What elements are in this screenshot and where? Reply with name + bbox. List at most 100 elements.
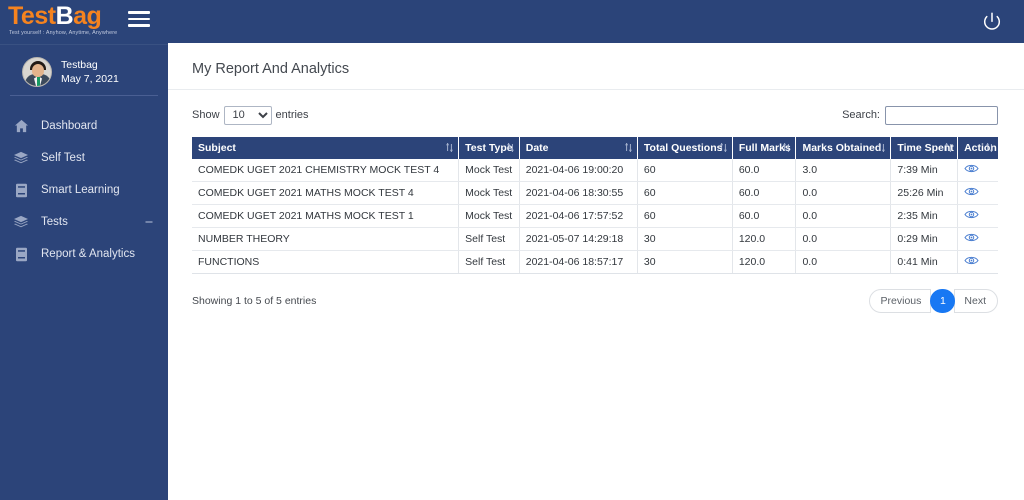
cell-total-questions: 30: [637, 227, 733, 251]
sort-icon[interactable]: [877, 142, 886, 153]
sidebar-item-label: Smart Learning: [41, 184, 120, 196]
search-input[interactable]: [885, 105, 998, 125]
eye-icon[interactable]: [964, 209, 979, 220]
top-bar: [168, 0, 1024, 45]
column-header[interactable]: Time Spent: [890, 137, 959, 159]
cell-total-questions: 60: [637, 159, 733, 182]
table-row: NUMBER THEORY Self Test 2021-05-07 14:29:1…: [192, 227, 998, 251]
chevron-down-icon[interactable]: [145, 219, 153, 226]
column-header[interactable]: Date: [519, 137, 638, 159]
eye-icon[interactable]: [964, 255, 979, 266]
cell-time-spent: 7:39 Min: [890, 159, 959, 182]
sidebar-item-label: Dashboard: [41, 120, 98, 132]
cell-action[interactable]: [957, 204, 998, 228]
avatar-tie: [36, 77, 40, 86]
eye-icon[interactable]: [964, 186, 979, 197]
column-header[interactable]: Marks Obtained: [795, 137, 892, 159]
cell-test-type: Self Test: [458, 250, 520, 274]
cell-action[interactable]: [957, 181, 998, 205]
cell-action[interactable]: [957, 159, 998, 182]
sidebar-item-report-analytics[interactable]: Report & Analytics: [0, 238, 168, 270]
sidebar-item-label: Report & Analytics: [41, 248, 135, 260]
sort-icon[interactable]: [782, 142, 791, 153]
pagination: Previous 1 Next: [868, 289, 998, 313]
cell-subject: FUNCTIONS: [192, 250, 460, 274]
sidebar-item-dashboard[interactable]: Dashboard: [0, 110, 168, 142]
column-header[interactable]: Subject: [192, 137, 460, 159]
cell-marks-obtained: 0.0: [795, 227, 892, 251]
sidebar-item-self-test[interactable]: Self Test: [0, 142, 168, 174]
hamburger-icon[interactable]: [128, 11, 150, 31]
cell-date: 2021-05-07 14:29:18: [519, 227, 638, 251]
sidebar-nav: Dashboard Self Test Smart Learning Tests: [0, 110, 168, 270]
cell-marks-obtained: 0.0: [795, 181, 892, 205]
user-name: Testbag: [61, 59, 98, 71]
page-title: My Report And Analytics: [192, 61, 350, 77]
cell-marks-obtained: 3.0: [795, 159, 892, 182]
cell-marks-obtained: 0.0: [795, 204, 892, 228]
app-root: TestBag Test yourself : Anyhow, Anytime,…: [0, 0, 1024, 500]
show-label: Show: [192, 109, 220, 121]
cell-full-marks: 60.0: [732, 159, 797, 182]
column-header[interactable]: Full Marks: [732, 137, 797, 159]
cell-total-questions: 30: [637, 250, 733, 274]
cell-action[interactable]: [957, 250, 998, 274]
cell-date: 2021-04-06 18:57:17: [519, 250, 638, 274]
cell-action[interactable]: [957, 227, 998, 251]
hamburger-bar: [128, 11, 150, 14]
column-header[interactable]: Test Type: [458, 137, 520, 159]
sort-icon[interactable]: [944, 142, 953, 153]
user-profile[interactable]: Testbag May 7, 2021: [10, 49, 158, 96]
page-header: My Report And Analytics: [168, 45, 1024, 90]
page-number-button-1[interactable]: 1: [930, 289, 956, 313]
user-date: May 7, 2021: [61, 73, 119, 85]
book-icon: [12, 182, 30, 198]
cell-time-spent: 0:29 Min: [890, 227, 959, 251]
show-entries-control: Show 102550100 entries: [192, 105, 313, 125]
eye-icon[interactable]: [964, 232, 979, 243]
cell-date: 2021-04-06 19:00:20: [519, 159, 638, 182]
sort-icon[interactable]: [719, 142, 728, 153]
eye-icon[interactable]: [964, 163, 979, 174]
previous-page-button[interactable]: Previous: [868, 289, 932, 313]
logo-text-part3: ag: [73, 2, 102, 30]
sort-icon[interactable]: [445, 142, 454, 153]
table-body: COMEDK UGET 2021 CHEMISTRY MOCK TEST 4 Mo…: [192, 159, 998, 274]
avatar: [22, 57, 52, 87]
cell-time-spent: 0:41 Min: [890, 250, 959, 274]
cell-marks-obtained: 0.0: [795, 250, 892, 274]
next-page-button[interactable]: Next: [954, 289, 998, 313]
cell-subject: COMEDK UGET 2021 CHEMISTRY MOCK TEST 4: [192, 159, 460, 182]
cell-full-marks: 60.0: [732, 204, 797, 228]
cell-test-type: Mock Test: [458, 181, 520, 205]
sidebar: TestBag Test yourself : Anyhow, Anytime,…: [0, 0, 168, 500]
column-header-label: Total Questions: [643, 142, 723, 154]
hamburger-bar: [128, 24, 150, 27]
logo-text-part2: B: [55, 2, 74, 30]
cell-full-marks: 120.0: [732, 250, 797, 274]
table-controls: Show 102550100 entries Search:: [192, 102, 998, 128]
sidebar-item-label: Self Test: [41, 152, 85, 164]
entries-select[interactable]: 102550100: [223, 105, 272, 125]
entries-label: entries: [275, 109, 309, 121]
layers-icon: [12, 150, 30, 166]
column-header-label: Marks Obtained: [802, 142, 882, 154]
sidebar-item-smart-learning[interactable]: Smart Learning: [0, 174, 168, 206]
table-row: COMEDK UGET 2021 MATHS MOCK TEST 1 Mock T…: [192, 204, 998, 228]
content-area: My Report And Analytics Show 102550100 e…: [168, 45, 1024, 500]
hamburger-bar: [128, 17, 150, 20]
showing-entries-info: Showing 1 to 5 of 5 entries: [192, 295, 317, 307]
sort-icon[interactable]: [985, 142, 994, 153]
sort-icon[interactable]: [506, 142, 515, 153]
column-header[interactable]: Total Questions: [637, 137, 733, 159]
cell-total-questions: 60: [637, 204, 733, 228]
column-header[interactable]: Action: [957, 137, 998, 159]
brand-header: TestBag Test yourself : Anyhow, Anytime,…: [0, 0, 168, 45]
table-header: Subject Test Type Date Total Questions Full …: [192, 137, 998, 159]
testbag-logo[interactable]: TestBag: [8, 2, 102, 30]
sidebar-item-tests[interactable]: Tests: [0, 206, 168, 238]
report-panel: Show 102550100 entries Search:: [168, 90, 1024, 313]
power-icon[interactable]: [980, 10, 1004, 34]
sort-icon[interactable]: [624, 142, 633, 153]
table-footer: Showing 1 to 5 of 5 entries Previous 1 N…: [192, 289, 998, 313]
